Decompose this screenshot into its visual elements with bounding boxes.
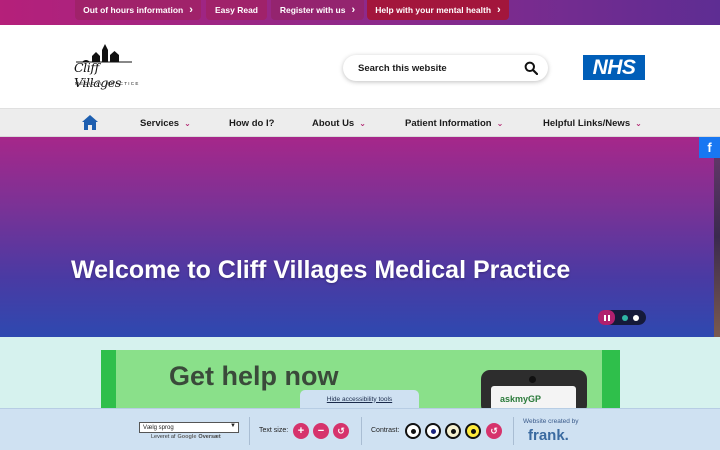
askmygp-logo: askmyGP (500, 394, 542, 404)
chevron-right-icon: › (497, 4, 501, 16)
contrast-label: Contrast: (371, 427, 400, 434)
translate-link[interactable]: Oversæt (198, 434, 220, 440)
pause-button[interactable] (598, 310, 615, 325)
reset-icon: ↺ (490, 425, 498, 436)
reset-contrast-button[interactable]: ↺ (486, 423, 502, 439)
hero-title: Welcome to Cliff Villages Medical Practi… (71, 256, 571, 284)
chevron-down-icon: ⌄ (184, 118, 191, 128)
chevron-down-icon: ⌄ (359, 118, 366, 128)
accessibility-toolbar: Vælg sprog ▼ Leveret af Google Oversæt T… (0, 408, 720, 450)
chevron-down-icon: ⌄ (496, 118, 504, 128)
phone-camera (529, 376, 536, 383)
nav-about-us[interactable]: About Us ⌄ (312, 109, 366, 137)
register-link[interactable]: Register with us › (271, 0, 364, 20)
divider (361, 417, 362, 445)
text-size-label: Text size: (259, 427, 289, 434)
language-select-value: Vælg sprog (143, 424, 174, 431)
site-header: Cliff Villages MEDICAL PRACTICE Search t… (0, 25, 720, 108)
pause-icon-bar (603, 314, 606, 321)
frank-logo[interactable]: frank. (528, 427, 569, 444)
reset-icon: ↺ (337, 425, 345, 436)
powered-by-label: Leveret af (151, 434, 176, 440)
chevron-down-icon: ⌄ (635, 118, 642, 128)
search-input[interactable]: Search this website (343, 55, 548, 81)
contrast-yellow-button[interactable] (465, 423, 481, 439)
chevron-down-icon: ▼ (230, 423, 236, 429)
contrast-blue-button[interactable] (425, 423, 441, 439)
divider (513, 417, 514, 445)
nhs-logo[interactable]: NHS (583, 55, 645, 80)
hero-slider: Welcome to Cliff Villages Medical Practi… (0, 137, 714, 337)
easy-read-link[interactable]: Easy Read (206, 0, 267, 20)
easy-read-label: Easy Read (215, 5, 258, 15)
language-select[interactable]: Vælg sprog ▼ (139, 422, 239, 433)
contrast-cream-button[interactable] (445, 423, 461, 439)
increase-text-button[interactable]: + (293, 423, 309, 439)
google-logo[interactable]: Google (177, 434, 196, 440)
mental-health-link[interactable]: Help with your mental health › (367, 0, 509, 20)
nav-patient-information-label: Patient Information (405, 117, 492, 129)
contrast-default-button[interactable] (405, 423, 421, 439)
nav-how-do-i-label: How do I? (229, 117, 275, 129)
logo-subtitle: MEDICAL PRACTICE (75, 81, 140, 86)
main-navigation: Services ⌄ How do I? About Us ⌄ Patient … (0, 108, 720, 137)
nav-helpful-links[interactable]: Helpful Links/News ⌄ (543, 109, 642, 137)
nav-services-label: Services (140, 117, 180, 129)
practice-logo[interactable]: Cliff Villages MEDICAL PRACTICE (72, 44, 148, 92)
nav-patient-information[interactable]: Patient Information ⌄ (405, 109, 503, 137)
nav-services[interactable]: Services ⌄ (140, 109, 191, 137)
slider-controls (598, 310, 646, 325)
facebook-icon[interactable]: f (699, 137, 720, 158)
search-icon[interactable] (524, 61, 538, 75)
slide-dot-1[interactable] (622, 315, 628, 321)
reset-text-size-button[interactable]: ↺ (333, 423, 349, 439)
chevron-right-icon: › (189, 4, 193, 16)
next-slide-preview (714, 137, 720, 337)
google-translate-credit: Leveret af Google Oversæt (151, 434, 221, 440)
register-label: Register with us (279, 5, 346, 15)
hide-accessibility-tools-button[interactable]: Hide accessibility tools (300, 390, 419, 408)
divider (249, 417, 250, 445)
pause-icon-bar (607, 314, 610, 321)
home-icon[interactable] (82, 115, 98, 130)
banner-title: Get help now (169, 361, 339, 391)
mental-health-label: Help with your mental health (375, 5, 492, 15)
out-of-hours-link[interactable]: Out of hours information › (75, 0, 201, 20)
nav-about-us-label: About Us (312, 117, 355, 129)
nav-how-do-i[interactable]: How do I? (229, 109, 274, 137)
website-credit-label: Website created by (523, 418, 579, 425)
search-placeholder: Search this website (358, 62, 447, 74)
out-of-hours-label: Out of hours information (83, 5, 184, 15)
slide-dot-2[interactable] (633, 315, 639, 321)
chevron-right-icon: › (351, 4, 356, 16)
top-utility-bar: Out of hours information › Easy Read Reg… (0, 0, 720, 25)
decrease-text-button[interactable]: − (313, 423, 329, 439)
nav-helpful-links-label: Helpful Links/News (543, 117, 631, 129)
